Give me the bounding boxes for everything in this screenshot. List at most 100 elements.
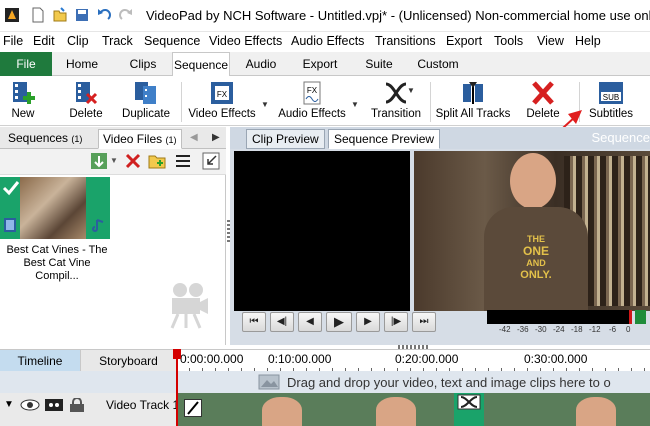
svg-text:FX: FX bbox=[307, 86, 318, 95]
clip-preview-screen bbox=[234, 151, 410, 311]
new-file-icon[interactable] bbox=[30, 7, 46, 23]
split-all-tracks-button[interactable]: Split All Tracks bbox=[434, 76, 512, 126]
track-clip-strip[interactable] bbox=[176, 393, 650, 426]
track-label: Video Track 1 bbox=[106, 398, 180, 412]
menu-transitions[interactable]: Transitions bbox=[375, 34, 436, 48]
list-view-icon[interactable] bbox=[174, 152, 192, 170]
split-icon bbox=[463, 82, 483, 104]
transition-cross-icon bbox=[457, 394, 481, 410]
duplicate-icon bbox=[135, 82, 156, 104]
tab-export[interactable]: Export bbox=[296, 52, 344, 76]
step-forward-button[interactable]: ▶ bbox=[356, 312, 380, 332]
play-button[interactable]: ▶ bbox=[326, 312, 352, 332]
menu-export[interactable]: Export bbox=[446, 34, 482, 48]
media-bin-panel: Sequences (1) Video Files (1) ◀ ▶ ▼ Best… bbox=[0, 127, 226, 345]
menu-audio-effects[interactable]: Audio Effects bbox=[291, 34, 364, 48]
video-effects-dropdown-icon[interactable]: ▼ bbox=[261, 100, 269, 109]
clip-thumbnail[interactable] bbox=[0, 177, 110, 239]
lock-track-icon[interactable] bbox=[68, 398, 86, 412]
menu-track[interactable]: Track bbox=[102, 34, 133, 48]
transition-dropdown-icon[interactable]: ▼ bbox=[407, 86, 415, 95]
svg-text:SUB: SUB bbox=[603, 93, 619, 102]
open-file-icon[interactable] bbox=[52, 7, 68, 23]
subtitles-button[interactable]: SUB Subtitles bbox=[586, 76, 636, 126]
menu-file[interactable]: File bbox=[3, 34, 23, 48]
transition-marker[interactable] bbox=[454, 393, 484, 426]
clip-name: Best Cat Vines - The Best Cat Vine Compi… bbox=[6, 244, 108, 282]
tab-home[interactable]: Home bbox=[60, 52, 104, 76]
menu-clip[interactable]: Clip bbox=[67, 34, 89, 48]
tab-clips[interactable]: Clips bbox=[120, 52, 166, 76]
camera-watermark-icon bbox=[170, 283, 208, 329]
step-back-button[interactable]: ◀ bbox=[298, 312, 322, 332]
tab-file[interactable]: File bbox=[0, 52, 52, 76]
new-button[interactable]: New bbox=[2, 76, 44, 126]
go-to-end-button[interactable]: ⏭ bbox=[412, 312, 436, 332]
tab-video-files[interactable]: Video Files (1) bbox=[98, 129, 182, 149]
eye-icon[interactable] bbox=[20, 399, 40, 411]
menu-help[interactable]: Help bbox=[575, 34, 601, 48]
tab-sequence-preview[interactable]: Sequence Preview bbox=[328, 129, 441, 149]
drop-zone[interactable]: Drag and drop your video, text and image… bbox=[0, 371, 650, 393]
playhead-handle[interactable] bbox=[173, 349, 181, 359]
track-frame-thumb bbox=[576, 397, 616, 426]
bin-tabs: Sequences (1) Video Files (1) ◀ ▶ bbox=[0, 127, 226, 149]
sequence-preview-title: Sequence bbox=[591, 130, 650, 145]
preview-panel: Clip Preview Sequence Preview Sequence T… bbox=[230, 127, 650, 345]
image-placeholder-icon bbox=[258, 374, 280, 390]
duplicate-button[interactable]: Duplicate bbox=[120, 76, 172, 126]
app-logo-icon bbox=[5, 8, 19, 22]
redo-icon[interactable] bbox=[118, 7, 134, 23]
subtitles-icon: SUB bbox=[599, 82, 623, 104]
tab-scroll-right-icon[interactable]: ▶ bbox=[212, 132, 220, 143]
shrink-icon[interactable] bbox=[202, 152, 220, 170]
audio-level-meter bbox=[487, 310, 632, 324]
video-effects-button[interactable]: FX Video Effects bbox=[186, 76, 258, 126]
tab-custom[interactable]: Custom bbox=[414, 52, 462, 76]
tab-clip-preview[interactable]: Clip Preview bbox=[246, 129, 325, 149]
delete-sequence-button[interactable]: Delete bbox=[64, 76, 108, 126]
menu-video-effects[interactable]: Video Effects bbox=[209, 34, 282, 48]
time-ruler[interactable]: 0:00:00.000 0:10:00.000 0:20:00.000 0:30… bbox=[176, 350, 650, 372]
tab-suite[interactable]: Suite bbox=[356, 52, 402, 76]
tab-audio[interactable]: Audio bbox=[238, 52, 284, 76]
track-frame-thumb bbox=[262, 397, 302, 426]
menu-sequence[interactable]: Sequence bbox=[144, 34, 200, 48]
add-file-dropdown-icon[interactable]: ▼ bbox=[110, 156, 118, 165]
previous-frame-button[interactable]: ◀| bbox=[270, 312, 294, 332]
add-file-icon[interactable] bbox=[90, 152, 108, 170]
tab-sequences[interactable]: Sequences (1) bbox=[4, 129, 86, 149]
tab-sequence[interactable]: Sequence bbox=[172, 52, 230, 77]
tab-storyboard[interactable]: Storyboard bbox=[80, 350, 176, 372]
save-icon[interactable] bbox=[74, 7, 90, 23]
tab-timeline[interactable]: Timeline bbox=[0, 350, 80, 372]
transition-button[interactable]: Transition bbox=[368, 76, 424, 126]
undo-icon[interactable] bbox=[96, 7, 112, 23]
next-frame-button[interactable]: |▶ bbox=[384, 312, 408, 332]
menu-tools[interactable]: Tools bbox=[494, 34, 523, 48]
audio-effects-dropdown-icon[interactable]: ▼ bbox=[351, 100, 359, 109]
window-title: VideoPad by NCH Software - Untitled.vpj*… bbox=[146, 8, 650, 23]
checkmark-icon bbox=[2, 181, 20, 196]
transition-icon bbox=[385, 82, 407, 104]
audio-effects-icon: FX bbox=[303, 81, 321, 105]
bin-toolbar: ▼ bbox=[0, 149, 226, 175]
track-overlay-icon[interactable] bbox=[44, 398, 64, 412]
meter-clip-indicator bbox=[635, 310, 646, 324]
go-to-start-button[interactable]: ⏮ bbox=[242, 312, 266, 332]
preview-tabs: Clip Preview Sequence Preview Sequence bbox=[230, 127, 650, 149]
clip-thumbnail-image bbox=[20, 177, 86, 239]
collapse-track-icon[interactable]: ▼ bbox=[4, 399, 14, 410]
remove-file-icon[interactable] bbox=[124, 152, 142, 170]
toolbar-divider bbox=[181, 82, 182, 122]
new-folder-icon[interactable] bbox=[148, 152, 166, 170]
tab-scroll-left-icon[interactable]: ◀ bbox=[190, 132, 198, 143]
shirt-graphic: THE ONE AND ONLY. bbox=[520, 234, 552, 281]
fade-in-icon[interactable] bbox=[184, 399, 202, 417]
menu-edit[interactable]: Edit bbox=[33, 34, 55, 48]
delete-sequence-icon bbox=[76, 82, 98, 105]
menu-view[interactable]: View bbox=[537, 34, 564, 48]
sequence-preview-screen: THE ONE AND ONLY. bbox=[414, 151, 650, 311]
audio-effects-button[interactable]: FX Audio Effects bbox=[276, 76, 348, 126]
playhead[interactable] bbox=[176, 349, 178, 426]
